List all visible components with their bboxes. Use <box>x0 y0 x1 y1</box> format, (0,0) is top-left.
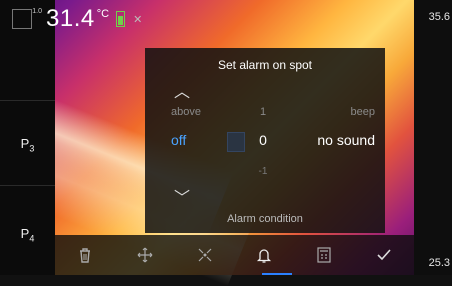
sound-selected[interactable]: no sound <box>317 132 375 148</box>
left-sidebar: P3 P4 <box>0 0 55 275</box>
chevron-down-icon[interactable]: ﹀ <box>174 184 190 208</box>
checkmark-icon[interactable] <box>368 239 400 271</box>
center-icon[interactable] <box>189 239 221 271</box>
calculator-icon[interactable] <box>308 239 340 271</box>
bottom-toolbar <box>55 235 414 275</box>
scale-max: 35.6 <box>428 11 450 23</box>
chevron-up-icon[interactable]: ︿ <box>174 78 190 102</box>
value-selected[interactable]: 0 <box>257 132 269 148</box>
p3-sub: 3 <box>29 143 35 154</box>
dialog-title: Set alarm on spot <box>217 58 313 72</box>
sound-option-above[interactable]: beep <box>351 106 375 118</box>
alarm-bell-icon[interactable] <box>248 239 280 271</box>
scale-min: 25.3 <box>428 257 450 269</box>
value-option-below[interactable]: -1 <box>257 166 269 177</box>
sidebar-item-p4[interactable]: P4 <box>0 226 55 244</box>
selection-indicator <box>227 132 245 152</box>
sidebar-divider <box>0 185 55 186</box>
sidebar-divider <box>0 100 55 101</box>
value-option-above[interactable]: 1 <box>257 106 269 118</box>
trash-icon[interactable] <box>69 239 101 271</box>
alarm-dialog: Set alarm on spot ︿ above 1 beep off 0 n… <box>145 48 385 233</box>
no-gps-icon: ✕ <box>133 13 143 26</box>
dialog-footer: Alarm condition <box>227 213 303 225</box>
sidebar-item-p3[interactable]: P3 <box>0 136 55 154</box>
temperature-scale: 35.6 25.3 <box>414 0 452 275</box>
p4-sub: 4 <box>29 233 35 244</box>
temperature-readout: 1.0 31.4 °C ✕ <box>12 4 142 34</box>
battery-icon <box>116 11 126 27</box>
move-icon[interactable] <box>129 239 161 271</box>
mode-option-above[interactable]: above <box>171 106 201 118</box>
mode-selected[interactable]: off <box>171 132 186 148</box>
spot-indicator: 1.0 <box>12 8 42 29</box>
temperature-unit: °C <box>96 8 110 20</box>
temperature-value: 31.4 <box>46 5 95 32</box>
spot-indicator-label: 1.0 <box>32 8 42 15</box>
